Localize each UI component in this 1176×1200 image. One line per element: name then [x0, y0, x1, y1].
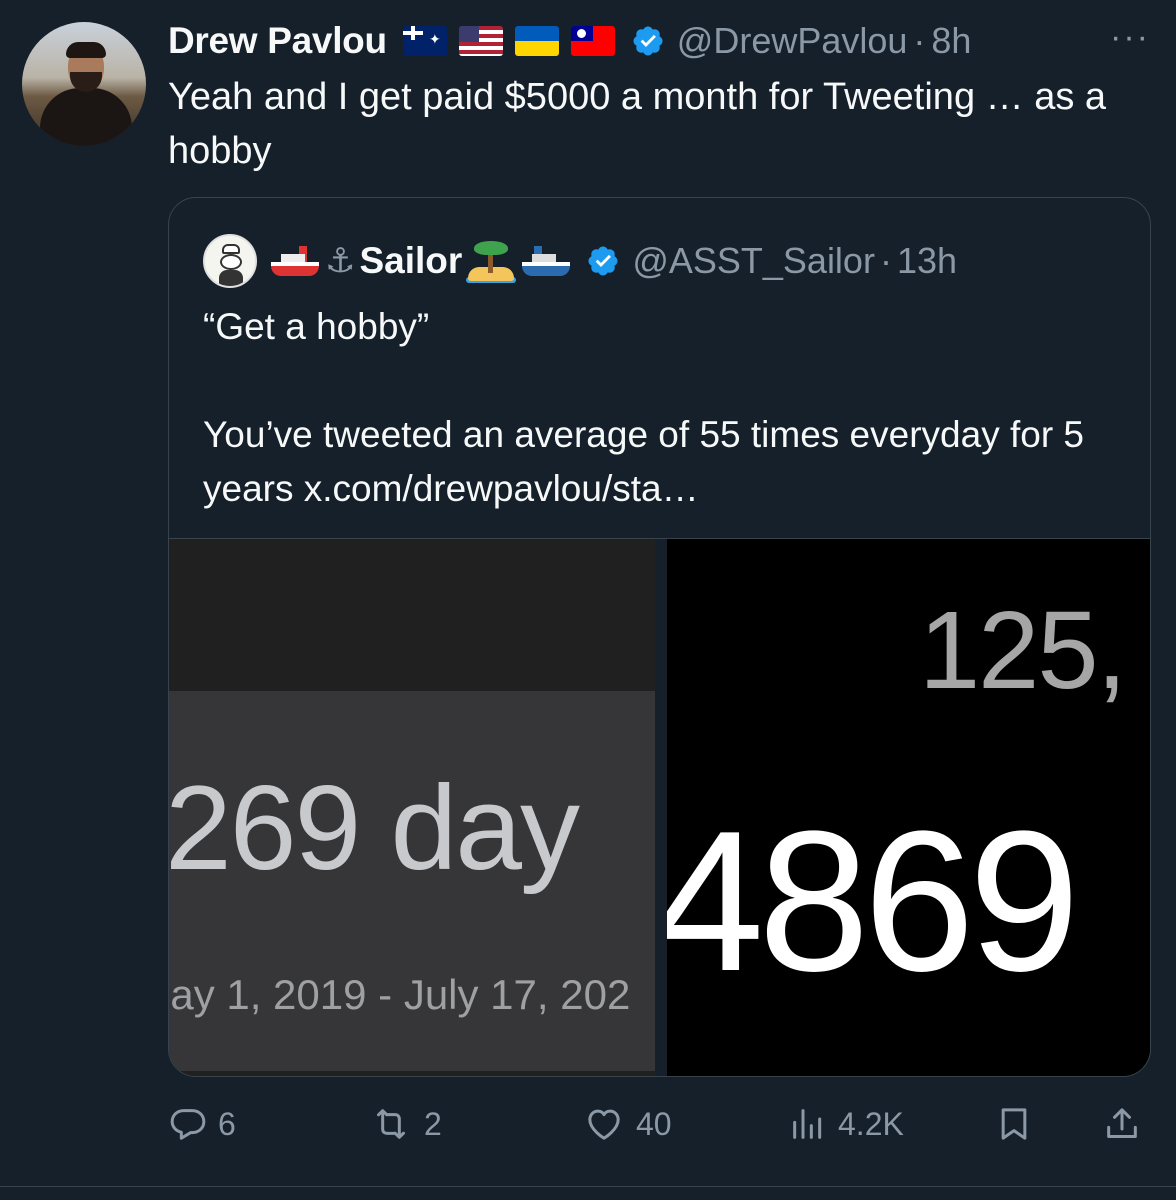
- quoted-media[interactable]: 269 day lay 1, 2019 - July 17, 202 125, …: [169, 538, 1150, 1076]
- more-options-icon[interactable]: ···: [1110, 18, 1150, 57]
- retweet-count: 2: [424, 1105, 442, 1142]
- like-button[interactable]: 40: [582, 1098, 672, 1150]
- verified-badge-icon: [633, 26, 663, 56]
- ship-icon: [269, 244, 321, 278]
- media-image-right[interactable]: 125, 4869: [667, 539, 1150, 1076]
- quoted-tweet-time[interactable]: 13h: [897, 240, 957, 282]
- avatar-body: [40, 88, 132, 146]
- ukraine-flag-icon: [514, 26, 559, 56]
- tweet-header: Drew Pavlou @DrewPavlou · 8h ···: [168, 16, 1156, 66]
- media-image-left[interactable]: 269 day lay 1, 2019 - July 17, 202: [169, 539, 655, 1076]
- sailor-avatar-cap: [222, 244, 240, 254]
- avatar-hair: [66, 42, 106, 58]
- quoted-author-avatar[interactable]: [203, 234, 257, 288]
- bookmark-button[interactable]: [994, 1098, 1034, 1150]
- heart-icon: [588, 1109, 620, 1140]
- media-separator: [655, 539, 667, 1076]
- author-handle[interactable]: @DrewPavlou: [677, 20, 908, 62]
- island-icon: [466, 239, 517, 283]
- header-separator: ·: [913, 20, 926, 61]
- share-button[interactable]: [1102, 1098, 1142, 1150]
- quoted-author-name-wrap: ⚓ Sailor: [269, 239, 572, 283]
- quoted-tweet-header: ⚓ Sailor @ASST_Sailor · 13h: [203, 234, 1130, 288]
- reply-button[interactable]: 6: [168, 1098, 236, 1150]
- quoted-tweet-text: “Get a hobby” You’ve tweeted an average …: [203, 300, 1133, 516]
- quoted-verified-badge-icon: [588, 246, 618, 276]
- tweet-time[interactable]: 8h: [931, 20, 971, 62]
- like-count: 40: [636, 1105, 672, 1142]
- quoted-author-name[interactable]: Sailor: [359, 240, 462, 282]
- taiwan-flag-icon: [570, 26, 615, 56]
- australia-flag-icon: [402, 26, 447, 56]
- views-count: 4.2K: [838, 1105, 904, 1142]
- share-icon: [1107, 1108, 1137, 1138]
- views-button[interactable]: 4.2K: [788, 1098, 904, 1150]
- tweet-actions: 6 2 40 4.2K: [168, 1098, 1158, 1150]
- tweet[interactable]: Drew Pavlou @DrewPavlou · 8h ··· Yeah an…: [0, 0, 1176, 1200]
- sailor-avatar-torso: [219, 270, 243, 286]
- media-big-number: 4869: [667, 790, 1080, 1013]
- author-avatar[interactable]: [22, 22, 146, 146]
- retweet-button[interactable]: 2: [368, 1098, 442, 1150]
- anchor-icon: ⚓: [325, 241, 356, 281]
- retweet-icon: [377, 1109, 405, 1139]
- author-flags: [402, 26, 615, 56]
- analytics-icon: [793, 1109, 822, 1139]
- author-display-name[interactable]: Drew Pavlou: [168, 20, 387, 62]
- usa-flag-icon: [458, 26, 503, 56]
- media-total-text: 125,: [919, 589, 1127, 712]
- ferry-icon: [520, 244, 572, 278]
- quoted-tweet[interactable]: ⚓ Sailor @ASST_Sailor · 13h “Get a hobby…: [168, 197, 1151, 1077]
- quoted-header-separator: ·: [879, 240, 892, 281]
- tweet-text: Yeah and I get paid $5000 a month for Tw…: [168, 76, 1107, 172]
- media-days-text: 269 day: [169, 761, 580, 895]
- reply-icon: [170, 1109, 206, 1140]
- tweet-divider: [0, 1186, 1176, 1187]
- bookmark-icon: [1001, 1108, 1027, 1140]
- quoted-text-line-1: “Get a hobby”: [203, 306, 430, 347]
- quoted-text-line-2: You’ve tweeted an average of 55 times ev…: [203, 414, 1085, 509]
- reply-count: 6: [218, 1105, 236, 1142]
- sailor-avatar-face: [220, 254, 242, 270]
- media-date-range-text: lay 1, 2019 - July 17, 202: [169, 971, 631, 1018]
- quoted-author-handle[interactable]: @ASST_Sailor: [632, 240, 875, 282]
